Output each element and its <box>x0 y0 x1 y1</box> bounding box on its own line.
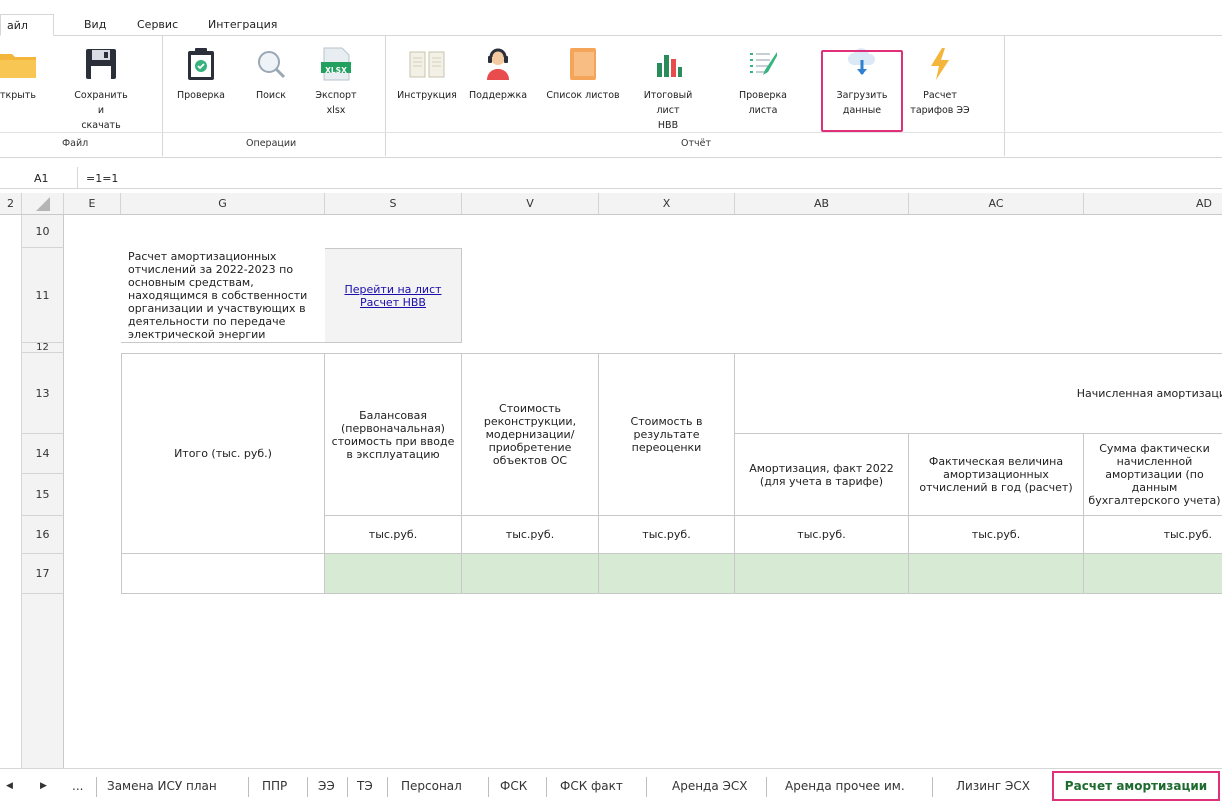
save-download-button[interactable]: Сохранить и скачать <box>70 46 132 133</box>
menu-bar: айл Вид Сервис Интеграция <box>0 14 1222 36</box>
row-header-12[interactable]: 12 <box>22 343 64 353</box>
search-icon <box>253 46 289 82</box>
support-button[interactable]: Поддержка <box>463 46 533 103</box>
formula-input[interactable]: =1=1 <box>86 172 118 185</box>
support-agent-icon <box>480 46 516 82</box>
column-header-x[interactable]: X <box>599 193 735 215</box>
tab-sheet[interactable]: ППР <box>262 779 287 793</box>
total-cell-x[interactable] <box>599 554 735 594</box>
xlsx-icon: XLSX <box>318 46 354 82</box>
menu-service[interactable]: Сервис <box>137 14 178 36</box>
tab-sheet[interactable]: ЭЭ <box>318 779 335 793</box>
header-amortization-fact: Амортизация, факт 2022 (для учета в тари… <box>735 434 909 516</box>
tab-sheet[interactable]: ТЭ <box>357 779 373 793</box>
column-header-ac[interactable]: AC <box>909 193 1084 215</box>
spreadsheet-app: айл Вид Сервис Интеграция ткрыть Сохрани… <box>0 0 1222 809</box>
select-all-corner[interactable] <box>22 193 64 215</box>
book-icon <box>409 46 445 82</box>
unit-cell-ad[interactable]: тыс.руб. <box>1084 516 1222 554</box>
lightning-icon <box>922 46 958 82</box>
column-header-s[interactable]: S <box>325 193 462 215</box>
group-label-file: Файл <box>62 138 89 149</box>
outline-gutter <box>0 215 22 768</box>
open-button[interactable]: ткрыть <box>0 46 40 103</box>
unit-cell-v[interactable]: тыс.руб. <box>462 516 599 554</box>
header-balance: Балансовая (первоначальная) стоимость пр… <box>325 353 462 516</box>
total-row-label-cell[interactable] <box>121 554 325 594</box>
sheet-tabs-bar: ◀ ▶ ... Замена ИСУ план ППР ЭЭ ТЭ Персон… <box>0 768 1222 804</box>
column-header-ab[interactable]: AB <box>735 193 909 215</box>
sheet-list-button[interactable]: Список листов <box>540 46 626 103</box>
save-icon <box>83 46 119 82</box>
column-header-e[interactable]: E <box>64 193 121 215</box>
total-cell-s[interactable] <box>325 554 462 594</box>
header-accrued-amortization: Начисленная амортизаци <box>735 353 1222 434</box>
total-cell-ac[interactable] <box>909 554 1084 594</box>
total-cell-ad[interactable] <box>1084 554 1222 594</box>
tab-sheet[interactable]: Замена ИСУ план <box>107 779 217 793</box>
group-label-report: Отчёт <box>681 138 712 149</box>
calc-tariffs-button[interactable]: Расчет тарифов ЭЭ <box>905 46 975 118</box>
unit-cell-ac[interactable]: тыс.руб. <box>909 516 1084 554</box>
instruction-button[interactable]: Инструкция <box>396 46 458 103</box>
row-header-16[interactable]: 16 <box>22 516 64 554</box>
tab-active-amortization[interactable]: Расчет амортизации <box>1052 771 1220 801</box>
sheet-list-icon <box>565 46 601 82</box>
group-label-operations: Операции <box>246 138 297 149</box>
total-label-cell: Итого (тыс. руб.) <box>121 353 325 554</box>
formula-bar: A1 =1=1 <box>0 167 1222 189</box>
tab-sheet[interactable]: Аренда прочее им. <box>785 779 905 793</box>
tab-sheet[interactable]: Лизинг ЭСХ <box>956 779 1030 793</box>
row-header-17[interactable]: 17 <box>22 554 64 594</box>
column-header-ad[interactable]: AD <box>1084 193 1222 215</box>
tab-sheet[interactable]: Аренда ЭСХ <box>672 779 748 793</box>
tab-sheet[interactable]: ФСК факт <box>560 779 623 793</box>
export-xlsx-button[interactable]: XLSX Экспорт xlsx <box>312 46 360 118</box>
tab-scroll-next-icon[interactable]: ▶ <box>40 781 47 791</box>
check-button[interactable]: Проверка <box>172 46 230 103</box>
folder-icon <box>0 46 36 82</box>
column-header-v[interactable]: V <box>462 193 599 215</box>
menu-file[interactable]: айл <box>0 14 54 36</box>
go-to-nvv-sheet-link[interactable]: Перейти на лист Расчет НВВ <box>325 283 461 309</box>
total-cell-v[interactable] <box>462 554 599 594</box>
bar-chart-icon <box>650 46 686 82</box>
sheet-title: Расчет амортизационных отчислений за 202… <box>121 248 325 343</box>
row-header-15[interactable]: 15 <box>22 474 64 516</box>
checklist-icon <box>745 46 781 82</box>
tab-sheet[interactable]: Персонал <box>401 779 462 793</box>
unit-cell-ab[interactable]: тыс.руб. <box>735 516 909 554</box>
ribbon: ткрыть Сохранить и скачать Проверка Поис… <box>0 36 1222 158</box>
check-sheet-button[interactable]: Проверка листа <box>734 46 792 118</box>
tab-more[interactable]: ... <box>72 779 83 793</box>
row-header-10[interactable]: 10 <box>22 215 64 248</box>
column-header-group[interactable]: 2 <box>0 193 22 215</box>
check-clipboard-icon <box>183 46 219 82</box>
menu-view[interactable]: Вид <box>84 14 106 36</box>
row-header-14[interactable]: 14 <box>22 434 64 474</box>
unit-cell-x[interactable]: тыс.руб. <box>599 516 735 554</box>
select-all-icon <box>35 196 50 211</box>
row-header-13[interactable]: 13 <box>22 353 64 434</box>
menu-integration[interactable]: Интеграция <box>208 14 277 36</box>
search-button[interactable]: Поиск <box>248 46 294 103</box>
load-data-highlight <box>821 50 903 132</box>
unit-cell-s[interactable]: тыс.руб. <box>325 516 462 554</box>
total-cell-ab[interactable] <box>735 554 909 594</box>
column-header-g[interactable]: G <box>121 193 325 215</box>
total-sheet-button[interactable]: Итоговый лист НВВ <box>633 46 703 133</box>
header-actual-value: Фактическая величина амортизационных отч… <box>909 434 1084 516</box>
header-revaluation: Стоимость в результате переоценки <box>599 353 735 516</box>
header-sum-actual: Сумма фактически начисленной амортизации… <box>1084 434 1222 516</box>
go-to-nvv-sheet-cell[interactable]: Перейти на лист Расчет НВВ <box>325 248 462 343</box>
header-reconstruction: Стоимость реконструкции, модернизации/пр… <box>462 353 599 516</box>
cell-reference-box[interactable]: A1 <box>0 167 78 189</box>
row-header-11[interactable]: 11 <box>22 248 64 343</box>
tab-sheet[interactable]: ФСК <box>500 779 527 793</box>
tab-scroll-first-icon[interactable]: ◀ <box>6 781 13 791</box>
row-header-empty <box>22 594 64 768</box>
